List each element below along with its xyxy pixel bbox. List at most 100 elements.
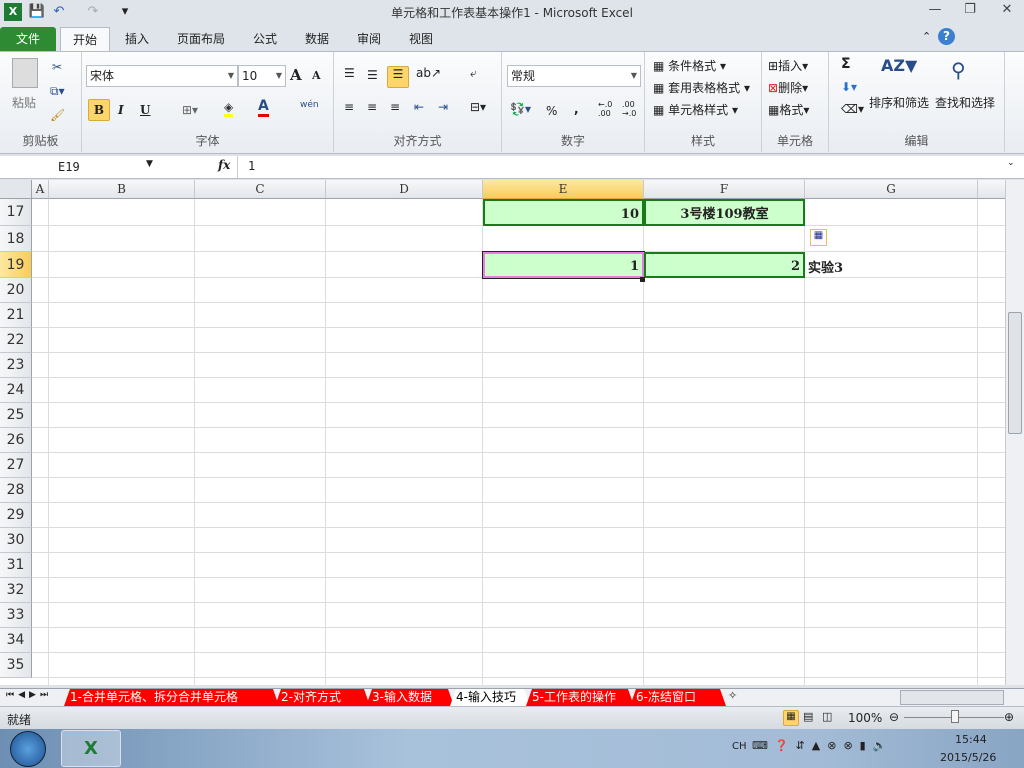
worksheet-grid[interactable]: A B C D E F G 17 18 19 20 21 22 23 24 25 26 27 28 29 30 31 32 3… (0, 180, 1005, 685)
normal-view-icon[interactable]: ▦ (783, 710, 799, 726)
column-header-E[interactable]: E (483, 180, 644, 199)
sheet-tab-4[interactable]: 4-输入技巧 (450, 689, 530, 706)
select-all-button[interactable] (0, 180, 32, 199)
column-header-G[interactable]: G (805, 180, 978, 199)
row-header-35[interactable]: 35 (0, 653, 32, 678)
align-right-icon[interactable]: ≡ (390, 100, 400, 114)
row-header-19[interactable]: 19 (0, 252, 32, 278)
taskbar-excel-button[interactable]: X (61, 730, 121, 767)
decrease-indent-icon[interactable]: ⇤ (414, 100, 424, 114)
bold-button[interactable]: B (88, 99, 110, 121)
row-header-32[interactable]: 32 (0, 578, 32, 603)
row-header-24[interactable]: 24 (0, 378, 32, 403)
zoom-in-button[interactable]: ⊕ (1004, 710, 1014, 724)
row-header-22[interactable]: 22 (0, 328, 32, 353)
conditional-format-button[interactable]: ▦ 条件格式 ▾ (653, 57, 726, 74)
increase-decimal-button[interactable]: ←.0 .00 (598, 100, 618, 118)
sheet-tab-5[interactable]: 5-工作表的操作 (526, 689, 634, 706)
row-header-33[interactable]: 33 (0, 603, 32, 628)
formula-input[interactable]: 1 (248, 159, 998, 173)
cell-E17[interactable]: 10 (483, 199, 644, 226)
sheet-tab-2[interactable]: 2-对齐方式 (275, 689, 370, 706)
column-header-F[interactable]: F (644, 180, 805, 199)
vertical-scrollbar[interactable] (1005, 180, 1024, 685)
sheet-nav-buttons[interactable]: ⏮◀▶⏭ (6, 690, 52, 700)
copy-icon[interactable]: ⧉▾ (50, 84, 65, 99)
start-button[interactable] (10, 731, 46, 767)
underline-button[interactable]: U (140, 103, 150, 117)
language-indicator[interactable]: CH (732, 741, 747, 752)
align-middle-icon[interactable]: ☰ (367, 68, 378, 82)
find-select-button[interactable]: 查找和选择 (935, 94, 995, 111)
row-header-23[interactable]: 23 (0, 353, 32, 378)
insert-button[interactable]: ⊞插入▾ (768, 57, 808, 74)
increase-indent-icon[interactable]: ⇥ (438, 100, 448, 114)
help-icon[interactable]: ? (938, 28, 955, 45)
clock-date[interactable]: 2015/5/26 (940, 751, 996, 764)
row-header-28[interactable]: 28 (0, 478, 32, 503)
column-header-C[interactable]: C (195, 180, 326, 199)
tab-home[interactable]: 开始 (60, 27, 110, 51)
horizontal-scrollbar[interactable] (900, 690, 1004, 705)
fill-color-icon[interactable]: ◈ (224, 100, 234, 117)
format-as-table-button[interactable]: ▦ 套用表格格式 ▾ (653, 79, 750, 96)
column-header-A[interactable]: A (32, 180, 49, 199)
clear-icon[interactable]: ⌫▾ (841, 102, 864, 116)
font-name-combo[interactable]: 宋体 ▼ (86, 65, 238, 87)
phonetic-icon[interactable]: wén (300, 100, 319, 110)
wrap-text-icon[interactable]: ⤶ (470, 66, 477, 81)
zoom-slider-thumb[interactable] (951, 710, 959, 723)
align-bottom-icon[interactable]: ☰ (387, 66, 409, 88)
sort-filter-button[interactable]: 排序和筛选 (869, 94, 929, 111)
row-header-29[interactable]: 29 (0, 503, 32, 528)
restore-button[interactable]: ❐ (955, 2, 985, 22)
row-header-18[interactable]: 18 (0, 226, 32, 252)
paste-icon[interactable] (12, 58, 38, 88)
sheet-tab-6[interactable]: 6-冻结窗口 (630, 689, 726, 706)
expand-formula-icon[interactable]: ⌄ (1007, 158, 1015, 168)
clock-time[interactable]: 15:44 (955, 733, 987, 746)
tray-icons[interactable]: ⌨❓⇵▲⊗⊗▮🔈 (752, 739, 893, 752)
italic-button[interactable]: I (118, 103, 124, 117)
grow-font-button[interactable]: A (290, 66, 302, 84)
tab-insert[interactable]: 插入 (113, 27, 161, 51)
scroll-thumb[interactable] (1008, 312, 1022, 434)
row-header-25[interactable]: 25 (0, 403, 32, 428)
cell-F19[interactable]: 2 (644, 252, 805, 278)
row-header-21[interactable]: 21 (0, 303, 32, 328)
sheet-tab-1[interactable]: 1-合并单元格、拆分合并单元格 (64, 689, 279, 706)
orientation-icon[interactable]: ab↗ (416, 66, 441, 80)
number-format-combo[interactable]: 常规 ▼ (507, 65, 641, 87)
format-button[interactable]: ▦格式▾ (768, 101, 809, 118)
paste-options-icon[interactable]: ▦ (810, 229, 827, 246)
cell-styles-button[interactable]: ▦ 单元格样式 ▾ (653, 101, 738, 118)
row-header-34[interactable]: 34 (0, 628, 32, 653)
align-top-icon[interactable]: ☰ (344, 66, 355, 80)
name-box[interactable]: E19 (2, 158, 158, 177)
tab-formulas[interactable]: 公式 (241, 27, 289, 51)
minimize-button[interactable]: — (920, 2, 950, 22)
insert-function-button[interactable]: fx (218, 158, 230, 172)
merge-center-icon[interactable]: ⊟▾ (470, 100, 486, 114)
comma-button[interactable]: , (574, 102, 579, 116)
format-painter-icon[interactable]: 🖌 (50, 108, 65, 122)
row-header-17[interactable]: 17 (0, 199, 32, 226)
insert-sheet-icon[interactable]: ✧ (728, 689, 737, 702)
tab-file[interactable]: 文件 (0, 27, 56, 51)
tab-page-layout[interactable]: 页面布局 (165, 27, 237, 51)
percent-button[interactable]: % (546, 104, 557, 118)
cut-icon[interactable]: ✂ (52, 60, 62, 74)
align-left-icon[interactable]: ≡ (344, 100, 354, 114)
page-break-view-icon[interactable]: ◫ (822, 710, 832, 723)
column-header-D[interactable]: D (326, 180, 483, 199)
row-header-31[interactable]: 31 (0, 553, 32, 578)
delete-button[interactable]: ⊠删除▾ (768, 79, 808, 96)
cell-E19[interactable]: 1 (482, 251, 645, 279)
name-box-dropdown-icon[interactable]: ▼ (146, 159, 153, 169)
collapse-ribbon-icon[interactable]: ⌃ (922, 30, 931, 43)
fill-icon[interactable]: ⬇▾ (841, 80, 857, 94)
fill-handle[interactable] (640, 277, 645, 282)
autosum-button[interactable]: Σ (841, 56, 851, 72)
decrease-decimal-button[interactable]: .00 →.0 (622, 100, 642, 118)
font-color-icon[interactable]: A (258, 98, 269, 117)
